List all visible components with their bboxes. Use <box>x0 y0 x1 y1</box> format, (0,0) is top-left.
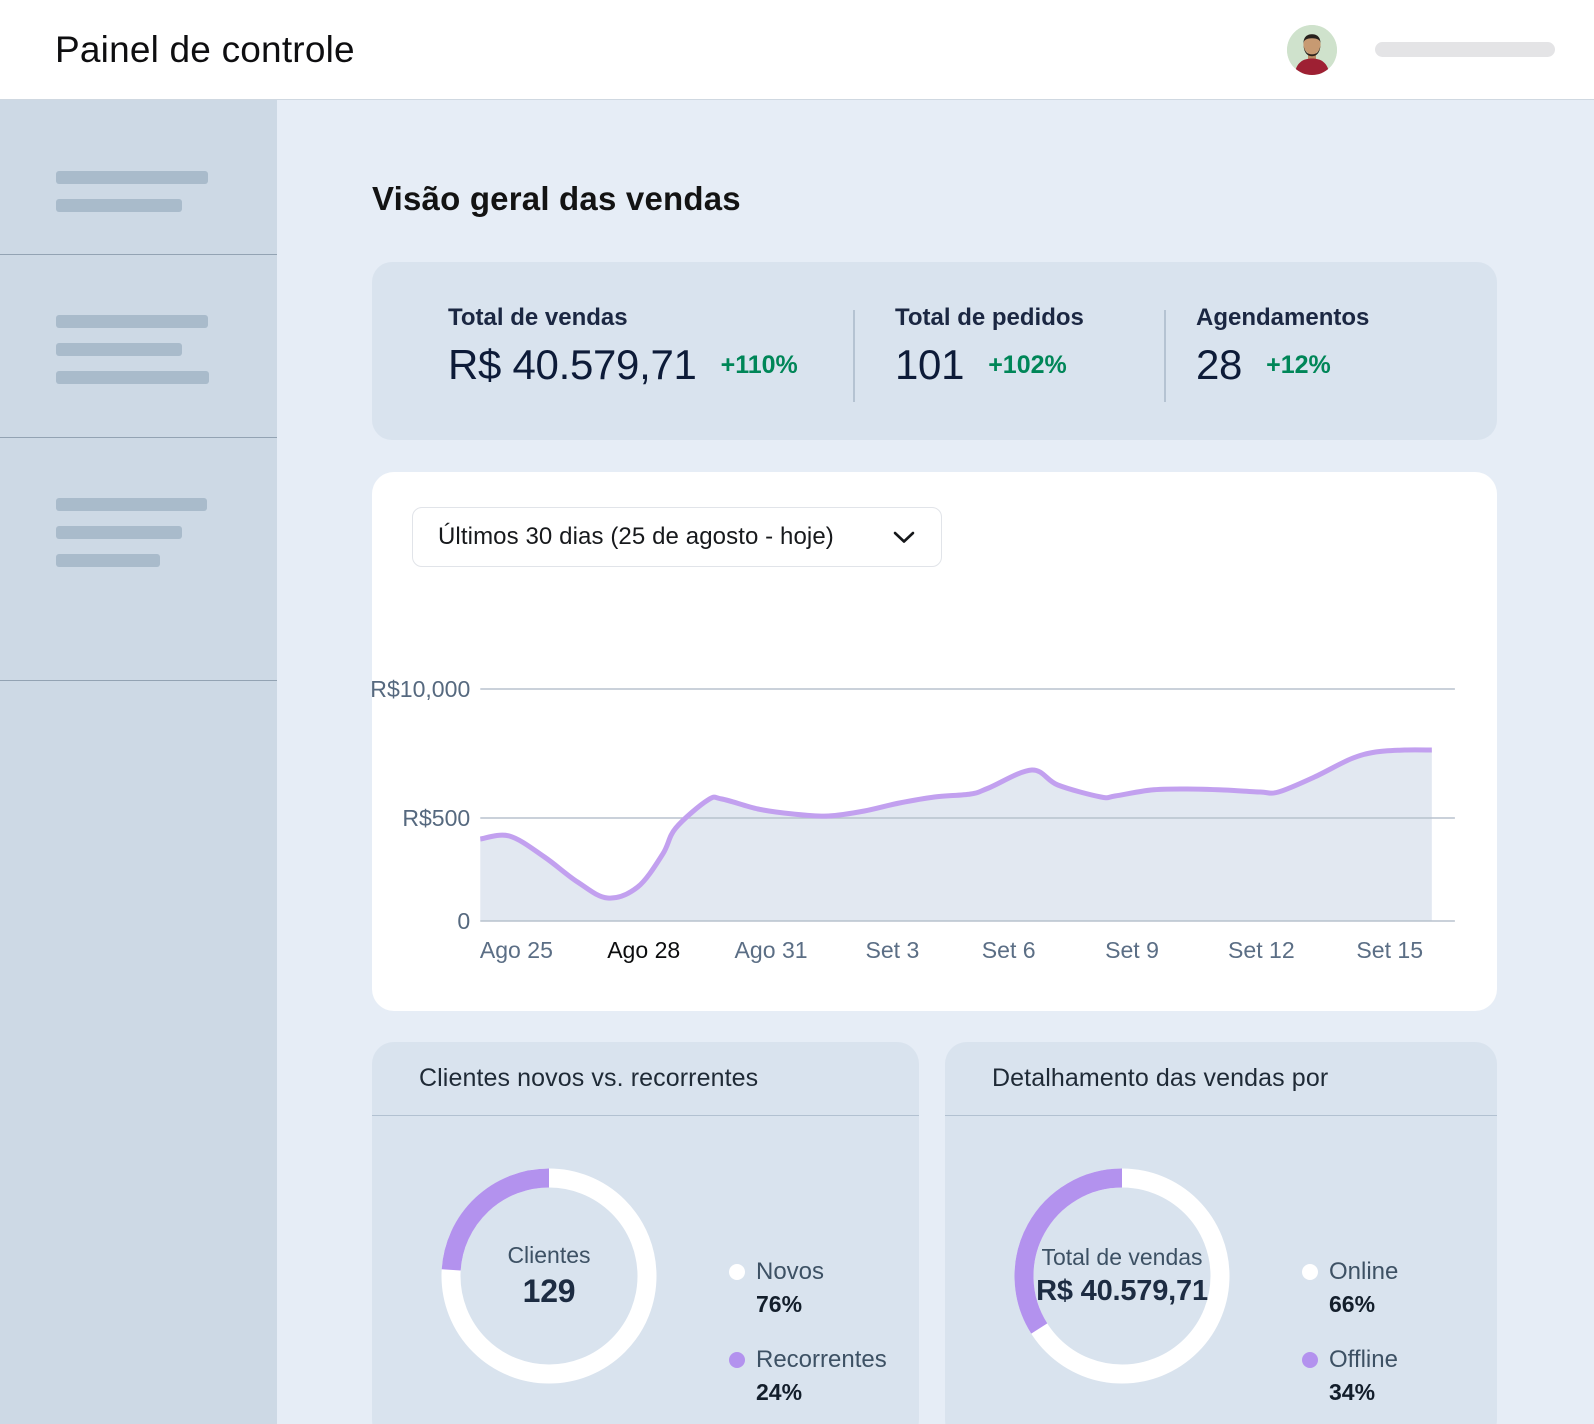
date-range-dropdown[interactable]: Últimos 30 dias (25 de agosto - hoje) <box>412 507 942 567</box>
legend-label: Online <box>1329 1258 1399 1285</box>
donut-center-value: R$ 40.579,71 <box>1036 1275 1208 1307</box>
stat-divider <box>853 310 855 402</box>
stat-value: R$ 40.579,71 <box>448 341 697 388</box>
stat-label: Total de vendas <box>448 304 628 331</box>
chevron-down-icon <box>893 531 915 543</box>
stat-total-sales: Total de vendas R$ 40.579,71 +110% <box>372 262 853 440</box>
stat-value-row: 28 +12% <box>1196 341 1497 389</box>
legend-dot <box>1302 1264 1318 1280</box>
donut-center-label: Total de vendas <box>1041 1244 1203 1270</box>
main-content: Visão geral das vendas Total de vendas R$… <box>277 100 1594 1424</box>
svg-text:Set 6: Set 6 <box>982 937 1036 963</box>
stat-divider <box>1164 310 1166 402</box>
sidebar-skeleton-bar <box>56 343 182 356</box>
stat-label: Agendamentos <box>1196 304 1370 331</box>
svg-text:Ago 28: Ago 28 <box>607 937 680 963</box>
sidebar-skeleton-bar <box>56 554 160 567</box>
legend-percent: 66% <box>1329 1291 1376 1317</box>
stat-total-orders: Total de pedidos 101 +102% <box>853 262 1164 440</box>
donut-center-label: Clientes <box>507 1242 591 1268</box>
sidebar-skeleton-bar <box>56 526 182 539</box>
sidebar-skeleton-section <box>0 438 277 681</box>
legend-item: Online 66% <box>1302 1258 1398 1318</box>
sales-chart-card: R$10,000 R$500 0 Ago 25 Ago 28 Ago 31 Set 3 Set… <box>372 472 1497 1011</box>
page-title: Painel de controle <box>55 28 355 70</box>
donut-center-text: Clientes 129 <box>441 1168 657 1384</box>
legend-item: Recorrentes 24% <box>729 1346 887 1406</box>
section-title: Visão geral das vendas <box>372 180 741 217</box>
card-title: Detalhamento das vendas por <box>992 1064 1329 1092</box>
legend-label: Novos <box>756 1258 825 1285</box>
sidebar-skeleton-section <box>0 255 277 438</box>
breakdown-card-body: Total de vendas R$ 40.579,71 Online 66% Offl… <box>945 1116 1497 1406</box>
legend-label: Offline <box>1329 1346 1398 1373</box>
donut-legend: Novos 76% Recorrentes 24% <box>729 1258 887 1406</box>
customers-card: Clientes novos vs. recorrentes Clientes 1… <box>372 1042 919 1424</box>
bottom-cards-row: Clientes novos vs. recorrentes Clientes 1… <box>372 1042 1497 1424</box>
legend-percent: 34% <box>1329 1379 1376 1405</box>
app-header: Painel de controle <box>0 0 1594 100</box>
stat-value: 28 <box>1196 341 1243 388</box>
stat-delta-badge: +102% <box>988 350 1067 379</box>
sidebar-skeleton <box>0 100 277 1424</box>
svg-text:Set 3: Set 3 <box>865 937 919 963</box>
svg-text:Set 15: Set 15 <box>1356 937 1423 963</box>
sidebar-skeleton-bar <box>56 371 209 384</box>
legend-percent: 24% <box>756 1379 803 1405</box>
avatar-person-icon <box>1287 24 1337 75</box>
stat-value-row: 101 +102% <box>895 341 1164 389</box>
sidebar-skeleton-bar <box>56 171 208 184</box>
donut-chart: Clientes 129 <box>441 1168 657 1384</box>
legend-label: Recorrentes <box>756 1346 887 1373</box>
donut-chart: Total de vendas R$ 40.579,71 <box>1014 1168 1230 1384</box>
donut-center-text: Total de vendas R$ 40.579,71 <box>1014 1168 1230 1384</box>
stat-value: 101 <box>895 341 965 388</box>
sidebar-skeleton-section <box>0 100 277 255</box>
svg-text:Ago 25: Ago 25 <box>480 937 553 963</box>
stat-delta-badge: +110% <box>720 350 798 379</box>
svg-text:Set 12: Set 12 <box>1228 937 1295 963</box>
legend-percent: 76% <box>756 1291 803 1317</box>
legend-dot <box>729 1352 745 1368</box>
svg-text:Ago 31: Ago 31 <box>735 937 808 963</box>
stat-value-row: R$ 40.579,71 +110% <box>448 341 853 389</box>
sales-breakdown-card: Detalhamento das vendas por Total de ven… <box>945 1042 1497 1424</box>
date-range-label: Últimos 30 dias (25 de agosto - hoje) <box>438 523 834 550</box>
legend-dot <box>1302 1352 1318 1368</box>
legend-dot <box>729 1264 745 1280</box>
stats-summary-card: Total de vendas R$ 40.579,71 +110% Total de… <box>372 262 1497 440</box>
svg-text:Set 9: Set 9 <box>1105 937 1159 963</box>
stat-label: Total de pedidos <box>895 304 1084 331</box>
donut-legend: Online 66% Offline 34% <box>1302 1258 1398 1406</box>
sidebar-skeleton-bar <box>56 498 207 511</box>
customers-card-header: Clientes novos vs. recorrentes <box>372 1042 919 1116</box>
card-title: Clientes novos vs. recorrentes <box>419 1064 759 1092</box>
sidebar-skeleton-bar <box>56 315 208 328</box>
svg-text:R$500: R$500 <box>402 805 470 831</box>
breakdown-card-header: Detalhamento das vendas por <box>945 1042 1497 1116</box>
svg-text:R$10,000: R$10,000 <box>372 676 470 702</box>
sidebar-skeleton-bar <box>56 199 182 212</box>
stat-appointments: Agendamentos 28 +12% <box>1164 262 1497 440</box>
donut-center-value: 129 <box>522 1273 576 1309</box>
stat-delta-badge: +12% <box>1266 350 1331 379</box>
svg-text:0: 0 <box>457 908 470 934</box>
header-placeholder-bar <box>1375 42 1555 57</box>
legend-item: Offline 34% <box>1302 1346 1398 1406</box>
user-avatar[interactable] <box>1287 24 1337 75</box>
header-right-group <box>1287 24 1555 75</box>
legend-item: Novos 76% <box>729 1258 887 1318</box>
customers-card-body: Clientes 129 Novos 76% Recorrentes 24% <box>372 1116 919 1406</box>
